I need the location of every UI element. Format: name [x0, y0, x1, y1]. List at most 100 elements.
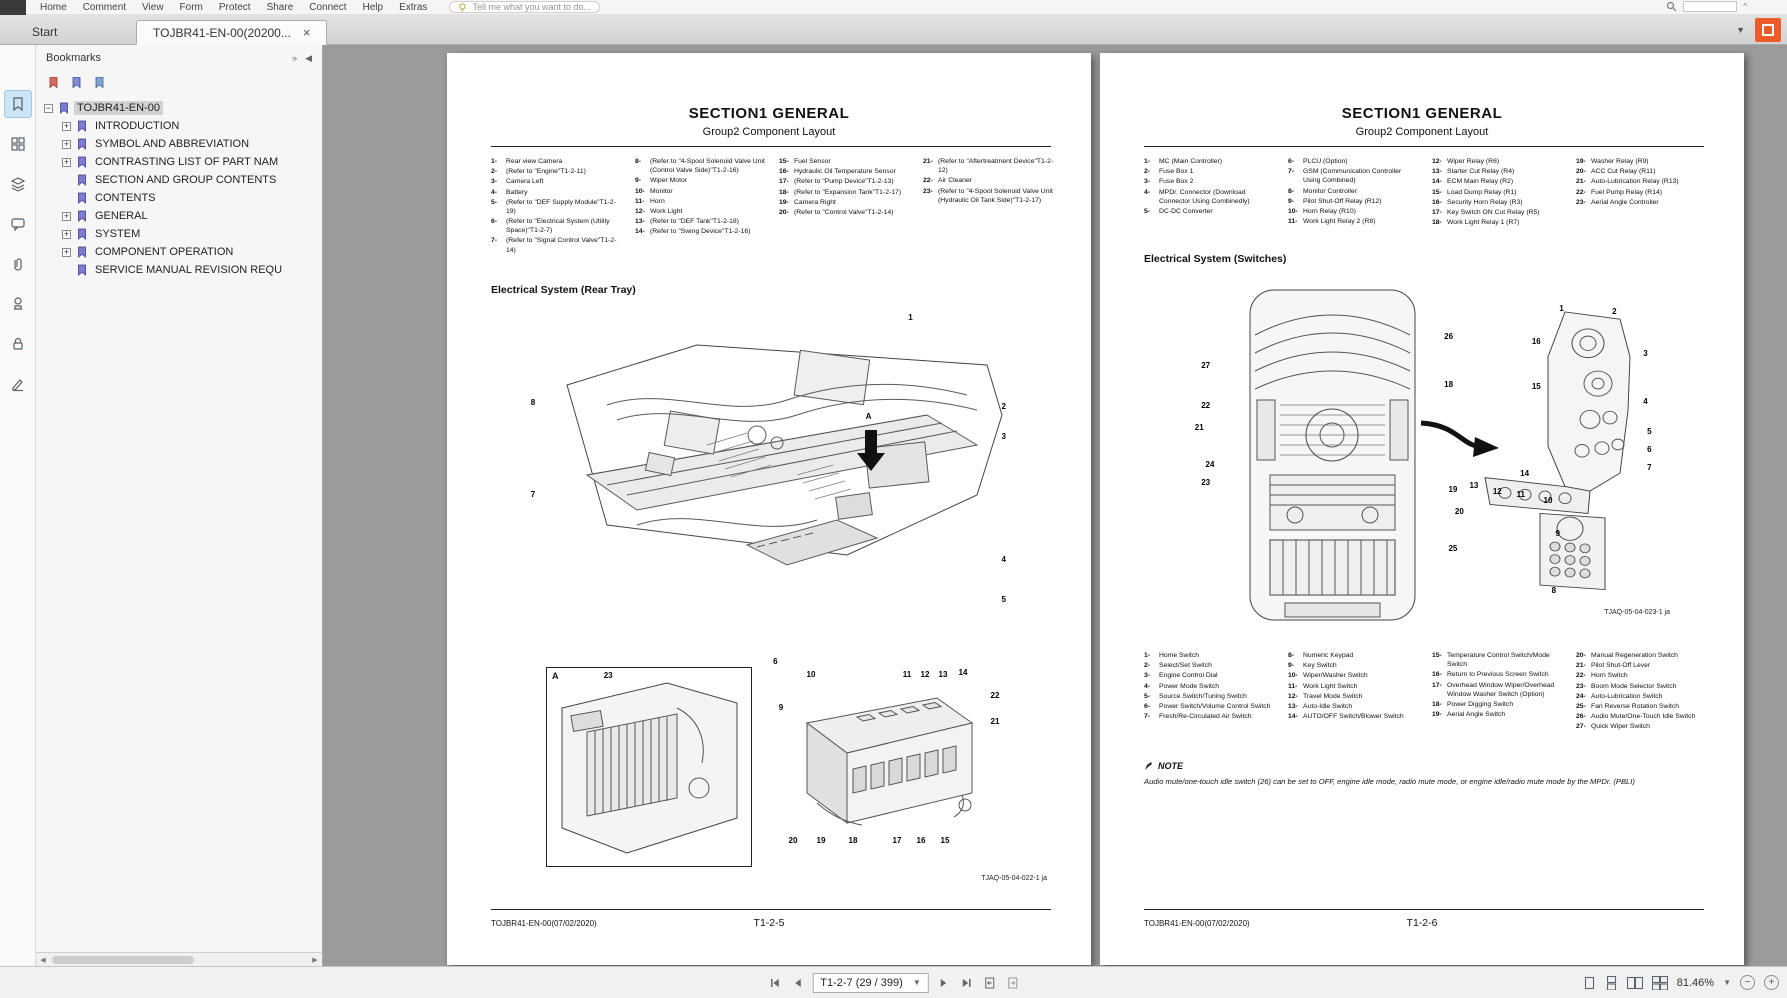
legend-item: 5-Source Switch/Tuning Switch — [1144, 692, 1276, 701]
comments-panel-icon[interactable] — [5, 211, 31, 237]
bookmark-item[interactable]: + INTRODUCTION — [36, 117, 322, 135]
page-field-dropdown-icon[interactable]: ▼ — [913, 978, 921, 987]
bookmark-item[interactable]: + GENERAL — [36, 207, 322, 225]
diagram-callout: 12 — [921, 671, 930, 679]
zoom-dropdown-icon[interactable]: ▼ — [1723, 978, 1731, 987]
document-area[interactable]: SECTION1 GENERAL Group2 Component Layout… — [323, 45, 1787, 966]
close-tab-icon[interactable]: × — [303, 26, 311, 39]
expand-icon[interactable]: + — [62, 140, 71, 149]
collapse-ribbon-icon[interactable]: ^ — [1743, 2, 1747, 11]
menu-item[interactable]: Share — [259, 0, 302, 14]
previous-page-button[interactable] — [789, 975, 805, 991]
legend-item: 1-MC (Main Controller) — [1144, 157, 1276, 166]
bookmark-item[interactable]: CONTENTS — [36, 189, 322, 207]
legend-column: 19-Washer Relay (R9)20-ACC Cut Relay (R1… — [1576, 157, 1708, 228]
item-number: 12- — [635, 207, 650, 216]
menu-item[interactable]: Help — [355, 0, 392, 14]
menu-item[interactable]: Comment — [75, 0, 134, 14]
menu-item[interactable]: Connect — [301, 0, 354, 14]
tellme-search[interactable]: Tell me what you want to do... — [449, 1, 600, 13]
legend-item: 21-(Refer to "Aftertreatment Device"T1-2… — [923, 157, 1055, 175]
bookmark-item[interactable]: + COMPONENT OPERATION — [36, 243, 322, 261]
expand-icon[interactable]: + — [62, 212, 71, 221]
lightbulb-icon — [458, 3, 467, 12]
menu-item[interactable]: Form — [172, 0, 211, 14]
expand-icon[interactable]: + — [62, 158, 71, 167]
legend-item: 10-Monitor — [635, 187, 767, 196]
footer-rule — [491, 909, 1051, 910]
next-view-button[interactable] — [1005, 975, 1021, 991]
facing-view-icon[interactable] — [1627, 976, 1643, 990]
continuous-view-icon[interactable] — [1605, 976, 1618, 990]
panel-menu-icon[interactable]: » — [292, 53, 297, 63]
pdf-page-left: SECTION1 GENERAL Group2 Component Layout… — [447, 53, 1091, 965]
legend-column: 8-Numeric Keypad9-Key Switch10-Wiper/Was… — [1288, 651, 1420, 732]
legend-item: 3-Engine Control Dial — [1144, 671, 1276, 680]
horizontal-scrollbar[interactable]: ◀ ▶ — [36, 952, 322, 966]
layers-panel-icon[interactable] — [5, 171, 31, 197]
expand-icon[interactable]: + — [62, 230, 71, 239]
app-menu-button[interactable] — [0, 0, 26, 15]
next-page-button[interactable] — [936, 975, 952, 991]
bookmark-label[interactable]: TOJBR41-EN-00 — [74, 101, 163, 115]
new-bookmark-button[interactable] — [48, 76, 61, 89]
menu-item[interactable]: Protect — [211, 0, 259, 14]
bookmarks-toolbar — [36, 71, 322, 93]
tab-list-dropdown-icon[interactable]: ▼ — [1736, 25, 1745, 35]
signatures-panel-icon[interactable] — [5, 371, 31, 397]
menu-item[interactable]: Extras — [391, 0, 435, 14]
find-input[interactable] — [1683, 1, 1737, 12]
legend-item: 1-Rear view Camera — [491, 157, 623, 166]
attachments-panel-icon[interactable] — [5, 251, 31, 277]
continuous-facing-view-icon[interactable] — [1652, 976, 1668, 990]
item-label: Battery — [506, 188, 623, 197]
bookmark-item[interactable]: + CONTRASTING LIST OF PART NAM — [36, 153, 322, 171]
legend-item: 13-Auto-Idle Switch — [1288, 702, 1420, 711]
item-number: 16- — [1432, 670, 1447, 679]
item-label: Overhead Window Wiper/Overhead Window Wa… — [1447, 681, 1564, 699]
zoom-in-button[interactable]: + — [1764, 975, 1779, 990]
item-number: 26- — [1576, 712, 1591, 721]
page-thumbnails-icon[interactable] — [5, 131, 31, 157]
diagram-callout: 13 — [939, 671, 948, 679]
tab-start[interactable]: Start — [16, 19, 136, 44]
bookmark-settings-button[interactable] — [94, 76, 107, 89]
item-number: 13- — [635, 217, 650, 226]
menu-item[interactable]: View — [134, 0, 172, 14]
scroll-right-icon[interactable]: ▶ — [308, 956, 322, 964]
first-page-button[interactable] — [766, 975, 782, 991]
legend-item: 2-Fuse Box 1 — [1144, 167, 1276, 176]
expand-icon[interactable]: + — [62, 122, 71, 131]
last-page-button[interactable] — [959, 975, 975, 991]
bookmark-item[interactable]: SECTION AND GROUP CONTENTS — [36, 171, 322, 189]
bookmarks-panel-icon[interactable] — [5, 91, 31, 117]
diagram-callout: 17 — [893, 837, 902, 845]
page-number-field[interactable]: T1-2-7 (29 / 399) ▼ — [812, 973, 928, 993]
diagram-callout: 20 — [1455, 508, 1464, 516]
item-label: Monitor Controller — [1303, 187, 1420, 196]
expand-icon[interactable]: + — [62, 248, 71, 257]
menu-item[interactable]: Home — [32, 0, 75, 14]
expand-bookmarks-button[interactable] — [71, 76, 84, 89]
bookmark-item[interactable]: + SYSTEM — [36, 225, 322, 243]
scrollbar-track[interactable] — [50, 955, 308, 965]
collapse-expander-icon[interactable]: − — [44, 104, 53, 113]
item-label: Work Light Switch — [1303, 682, 1420, 691]
previous-view-button[interactable] — [982, 975, 998, 991]
legend-item: 21-Auto-Lubrication Relay (R13) — [1576, 177, 1708, 186]
bookmark-item[interactable]: SERVICE MANUAL REVISION REQU — [36, 261, 322, 279]
item-label: Manual Regeneration Switch — [1591, 651, 1708, 660]
search-icon[interactable] — [1666, 1, 1677, 12]
scroll-left-icon[interactable]: ◀ — [36, 956, 50, 964]
stamps-panel-icon[interactable] — [5, 291, 31, 317]
bookmark-item[interactable]: + SYMBOL AND ABBREVIATION — [36, 135, 322, 153]
bookmark-root-item[interactable]: − TOJBR41-EN-00 — [36, 99, 322, 117]
single-page-view-icon[interactable] — [1583, 976, 1596, 990]
scrollbar-thumb[interactable] — [52, 956, 194, 964]
zoom-out-button[interactable]: − — [1740, 975, 1755, 990]
tab-document[interactable]: TOJBR41-EN-00(20200... × — [136, 20, 327, 45]
item-label: Boom Mode Selector Switch — [1591, 682, 1708, 691]
collapse-panel-icon[interactable]: ◀ — [305, 53, 312, 64]
security-panel-icon[interactable] — [5, 331, 31, 357]
item-number: 5- — [1144, 207, 1159, 216]
